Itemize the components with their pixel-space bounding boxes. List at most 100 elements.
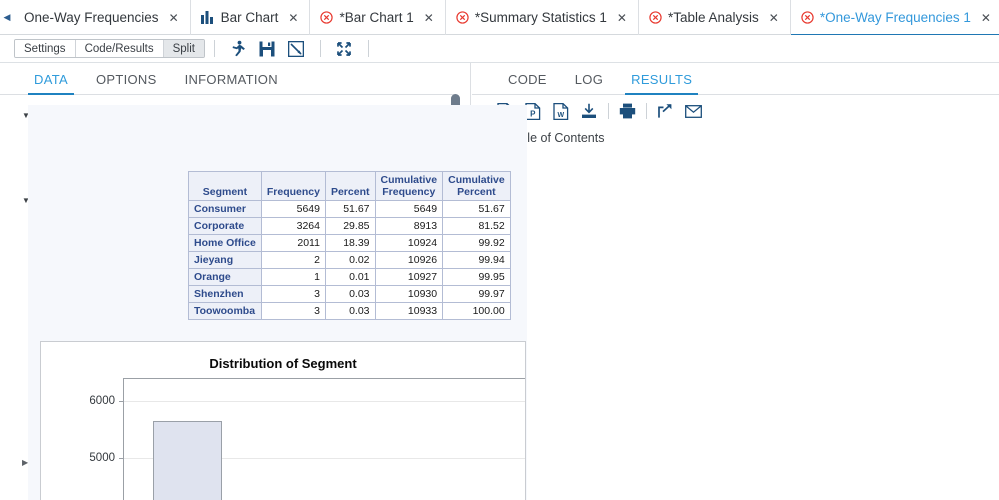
table-row: Toowoomba 3 0.03 10933 100.00	[188, 302, 511, 321]
cell-frequency: 3	[260, 285, 326, 304]
tab-bar-chart-1[interactable]: *Bar Chart 1 ✕	[310, 0, 446, 35]
tab-label: *One-Way Frequencies 1	[819, 9, 971, 25]
view-mode-button-group: Settings Code/Results Split	[14, 39, 205, 58]
cell-cum-frequency: 10930	[374, 285, 444, 304]
cell-cum-frequency: 8913	[374, 217, 444, 236]
toolbar-divider	[608, 103, 609, 119]
svg-text:W: W	[557, 111, 564, 118]
cell-cum-frequency: 10926	[374, 251, 444, 270]
column-header-cumulative-percent: Cumulative Percent	[442, 170, 511, 202]
header-line: Frequency	[382, 186, 436, 199]
cell-segment: Jieyang	[188, 251, 262, 270]
error-circle-icon	[456, 11, 469, 24]
tab-bar: ◀ One-Way Frequencies ✕ Bar Chart ✕ *Bar…	[0, 0, 999, 36]
tab-code[interactable]: CODE	[494, 72, 561, 94]
table-of-contents-toggle[interactable]: ▶ Table of Contents	[472, 131, 999, 145]
cell-segment: Orange	[188, 268, 262, 287]
cell-frequency: 2011	[260, 234, 326, 253]
close-icon[interactable]: ✕	[617, 12, 627, 24]
cell-cum-frequency: 10927	[374, 268, 444, 287]
save-icon[interactable]	[258, 39, 277, 58]
header-line: Cumulative	[448, 174, 505, 186]
cell-segment: Consumer	[188, 200, 262, 219]
cell-cum-percent: 99.95	[442, 268, 511, 287]
cell-cum-frequency: 10933	[374, 302, 444, 321]
table-row: Shenzhen 3 0.03 10930 99.97	[188, 285, 511, 304]
download-icon[interactable]	[578, 101, 600, 121]
tab-options[interactable]: OPTIONS	[82, 72, 171, 94]
close-icon[interactable]: ✕	[288, 12, 298, 24]
column-header-segment: Segment	[188, 170, 262, 202]
cell-cum-frequency: 5649	[374, 200, 444, 219]
frequency-table: Segment Frequency Percent Cumulative Fre…	[188, 170, 511, 321]
table-row: Consumer 5649 51.67 5649 51.67	[188, 200, 511, 219]
tab-data[interactable]: DATA	[20, 72, 82, 95]
header-line: Cumulative	[380, 174, 438, 186]
cell-percent: 18.39	[324, 234, 376, 253]
column-header-percent: Percent	[324, 170, 376, 202]
close-icon[interactable]: ✕	[169, 12, 179, 24]
cell-frequency: 3264	[260, 217, 326, 236]
tab-label: Bar Chart	[220, 9, 279, 25]
table-row: Jieyang 2 0.02 10926 99.94	[188, 251, 511, 270]
close-icon[interactable]: ✕	[769, 12, 779, 24]
bar-chart-icon	[200, 11, 213, 24]
cell-cum-frequency: 10924	[374, 234, 444, 253]
settings-button[interactable]: Settings	[15, 40, 76, 57]
run-icon[interactable]	[229, 39, 248, 58]
settings-tab-strip: DATA OPTIONS INFORMATION	[0, 63, 455, 95]
cell-cum-percent: 51.67	[442, 200, 511, 219]
toolbar-divider	[367, 40, 369, 57]
chart-plot-area: 6000 5000	[89, 378, 525, 500]
tab-results[interactable]: RESULTS	[617, 72, 706, 95]
tab-summary-statistics-1[interactable]: *Summary Statistics 1 ✕	[446, 0, 639, 35]
tab-one-way-frequencies[interactable]: One-Way Frequencies ✕	[14, 0, 191, 35]
cell-cum-percent: 99.94	[442, 251, 511, 270]
print-icon[interactable]	[616, 101, 638, 121]
svg-text:P: P	[530, 109, 536, 118]
split-button[interactable]: Split	[163, 40, 204, 57]
tab-bar-chart[interactable]: Bar Chart ✕	[191, 0, 311, 35]
header-line: Segment	[202, 186, 248, 199]
header-line: Percent	[330, 186, 370, 199]
cell-segment: Shenzhen	[188, 285, 262, 304]
close-icon[interactable]: ✕	[981, 12, 991, 24]
tab-label: *Summary Statistics 1	[474, 9, 607, 25]
gridline-6000	[124, 401, 525, 402]
chart-title: Distribution of Segment	[209, 356, 357, 371]
distribution-chart: Distribution of Segment 6000 5000	[40, 341, 526, 500]
close-icon[interactable]: ✕	[424, 12, 434, 24]
tab-table-analysis[interactable]: *Table Analysis ✕	[639, 0, 791, 35]
toolbar-divider	[646, 103, 647, 119]
cell-percent: 29.85	[324, 217, 376, 236]
tab-one-way-frequencies-1[interactable]: *One-Way Frequencies 1 ✕	[790, 0, 999, 36]
tab-scroll-left-icon[interactable]: ◀	[0, 0, 14, 34]
email-icon[interactable]	[682, 101, 704, 121]
tab-label: One-Way Frequencies	[24, 9, 159, 25]
cell-percent: 0.03	[324, 285, 376, 304]
sas-studio-window: ◀ One-Way Frequencies ✕ Bar Chart ✕ *Bar…	[0, 0, 999, 500]
cell-frequency: 3	[260, 302, 326, 321]
cell-cum-percent: 100.00	[442, 302, 511, 321]
results-output-area: Segment Frequency Percent Cumulative Fre…	[28, 105, 527, 500]
error-circle-icon	[801, 11, 814, 24]
toolbar-divider	[319, 40, 321, 57]
toolbar-divider	[213, 40, 215, 57]
cell-cum-percent: 99.92	[442, 234, 511, 253]
export-word-icon[interactable]: W	[550, 101, 572, 121]
save-as-icon[interactable]	[287, 39, 306, 58]
tab-log[interactable]: LOG	[561, 72, 617, 94]
bar-consumer	[153, 421, 222, 500]
table-header-row: Segment Frequency Percent Cumulative Fre…	[188, 170, 511, 202]
open-in-new-window-icon[interactable]	[654, 101, 676, 121]
action-toolbar: Settings Code/Results Split	[0, 35, 999, 63]
code-results-button[interactable]: Code/Results	[75, 40, 164, 57]
column-header-frequency: Frequency	[260, 170, 326, 202]
header-line: Frequency	[266, 186, 320, 199]
table-row: Home Office 2011 18.39 10924 99.92	[188, 234, 511, 253]
maximize-icon[interactable]	[335, 39, 354, 58]
tab-label: *Table Analysis	[667, 9, 759, 25]
cell-segment: Corporate	[188, 217, 262, 236]
tab-information[interactable]: INFORMATION	[171, 72, 292, 94]
results-tab-strip: CODE LOG RESULTS	[472, 63, 999, 95]
